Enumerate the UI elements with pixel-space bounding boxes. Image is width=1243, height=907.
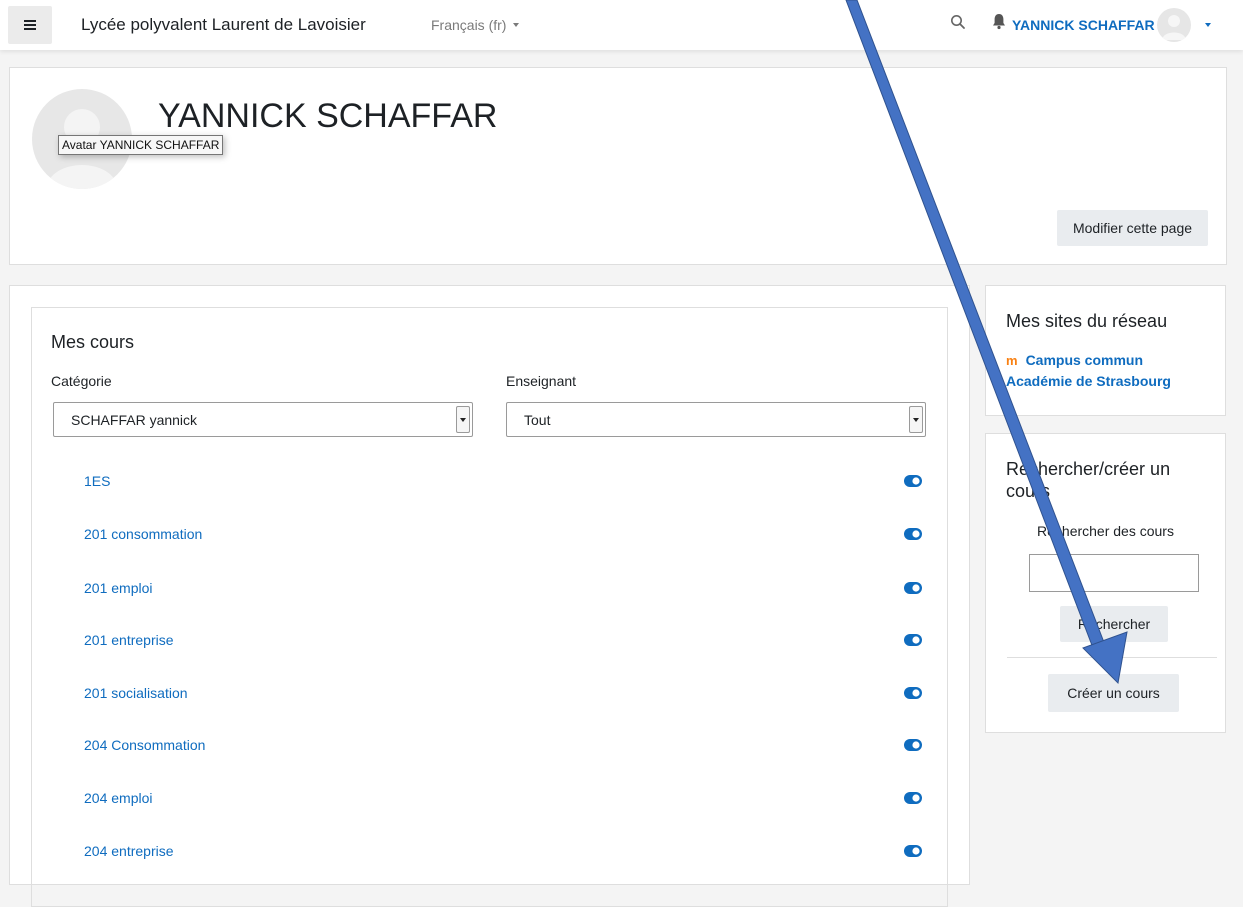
- select-arrow-icon: [456, 406, 470, 433]
- course-row: 204 entreprise: [32, 843, 947, 873]
- main-region: Mes cours Catégorie SCHAFFAR yannick Ens…: [9, 285, 970, 907]
- block-title: Mes cours: [51, 332, 135, 352]
- course-row: 204 Consommation: [32, 737, 947, 767]
- teacher-select-value: Tout: [524, 412, 551, 428]
- site-name-link[interactable]: Lycée polyvalent Laurent de Lavoisier: [81, 15, 366, 35]
- toggle-on-icon[interactable]: [904, 528, 922, 540]
- course-row: 1ES: [32, 473, 947, 503]
- course-link[interactable]: 204 emploi: [84, 790, 153, 806]
- course-row: 204 emploi: [32, 790, 947, 820]
- page-header: YANNICK SCHAFFAR Avatar YANNICK SCHAFFAR…: [9, 67, 1227, 265]
- toggle-on-icon[interactable]: [904, 687, 922, 699]
- block-title-line1: Rechercher/créer un: [1006, 459, 1171, 479]
- course-link[interactable]: 204 Consommation: [84, 737, 205, 753]
- user-menu[interactable]: YANNICK SCHAFFAR: [1012, 7, 1211, 43]
- toggle-on-icon[interactable]: [904, 475, 922, 487]
- course-search-label: Rechercher des cours: [1037, 523, 1174, 539]
- course-row: 201 entreprise: [32, 632, 947, 662]
- block-title-line2: cours: [1006, 480, 1051, 501]
- caret-down-icon: [513, 23, 520, 27]
- create-course-button[interactable]: Créer un cours: [1048, 674, 1179, 712]
- toggle-on-icon[interactable]: [904, 582, 922, 594]
- course-link[interactable]: 201 entreprise: [84, 632, 174, 648]
- course-link[interactable]: 1ES: [84, 473, 110, 489]
- category-select-value: SCHAFFAR yannick: [71, 412, 198, 428]
- drawer-toggle-button[interactable]: [8, 6, 52, 44]
- course-row: 201 emploi: [32, 580, 947, 610]
- course-link[interactable]: 204 entreprise: [84, 843, 174, 859]
- language-menu[interactable]: Français (fr): [431, 17, 520, 33]
- top-navbar: Lycée polyvalent Laurent de Lavoisier Fr…: [0, 0, 1243, 50]
- network-link-line1: Campus commun: [1025, 352, 1144, 368]
- bell-icon[interactable]: [992, 13, 1006, 30]
- toggle-on-icon[interactable]: [904, 845, 922, 857]
- course-link[interactable]: 201 emploi: [84, 580, 153, 596]
- toggle-on-icon[interactable]: [904, 739, 922, 751]
- course-row: 201 consommation: [32, 526, 947, 556]
- language-label: Français (fr): [431, 17, 507, 33]
- edit-page-button[interactable]: Modifier cette page: [1057, 210, 1208, 246]
- course-link[interactable]: 201 socialisation: [84, 685, 188, 701]
- network-site-link[interactable]: m Campus commun Académie de Strasbourg: [1006, 350, 1171, 391]
- teacher-label: Enseignant: [506, 373, 577, 389]
- search-icon[interactable]: [950, 14, 966, 30]
- user-avatar-icon: [1156, 8, 1191, 42]
- block-title: Mes sites du réseau: [1006, 311, 1168, 331]
- select-arrow-icon: [909, 406, 923, 433]
- user-name: YANNICK SCHAFFAR: [1012, 17, 1155, 33]
- course-link[interactable]: 201 consommation: [84, 526, 202, 542]
- search-create-course-block: Rechercher/créer un cours Rechercher des…: [985, 433, 1226, 733]
- avatar-tooltip: Avatar YANNICK SCHAFFAR: [58, 135, 224, 155]
- category-label: Catégorie: [51, 373, 112, 389]
- my-courses-block: Mes cours Catégorie SCHAFFAR yannick Ens…: [31, 307, 948, 907]
- network-link-line2: Académie de Strasbourg: [1006, 372, 1171, 389]
- menu-icon: [24, 20, 36, 30]
- block-title: Rechercher/créer un cours: [1006, 459, 1170, 502]
- moodle-logo-icon: m: [1006, 353, 1018, 368]
- course-row: 201 socialisation: [32, 685, 947, 715]
- course-search-input[interactable]: [1029, 554, 1199, 592]
- toggle-on-icon[interactable]: [904, 634, 922, 646]
- page-title: YANNICK SCHAFFAR: [158, 97, 498, 135]
- network-sites-block: Mes sites du réseau m Campus commun Acadé…: [985, 285, 1226, 416]
- search-courses-button[interactable]: Rechercher: [1060, 606, 1168, 642]
- divider: [1007, 657, 1217, 658]
- teacher-select[interactable]: Tout: [506, 402, 926, 437]
- caret-down-icon: [1204, 23, 1211, 27]
- toggle-on-icon[interactable]: [904, 792, 922, 804]
- category-select[interactable]: SCHAFFAR yannick: [53, 402, 473, 437]
